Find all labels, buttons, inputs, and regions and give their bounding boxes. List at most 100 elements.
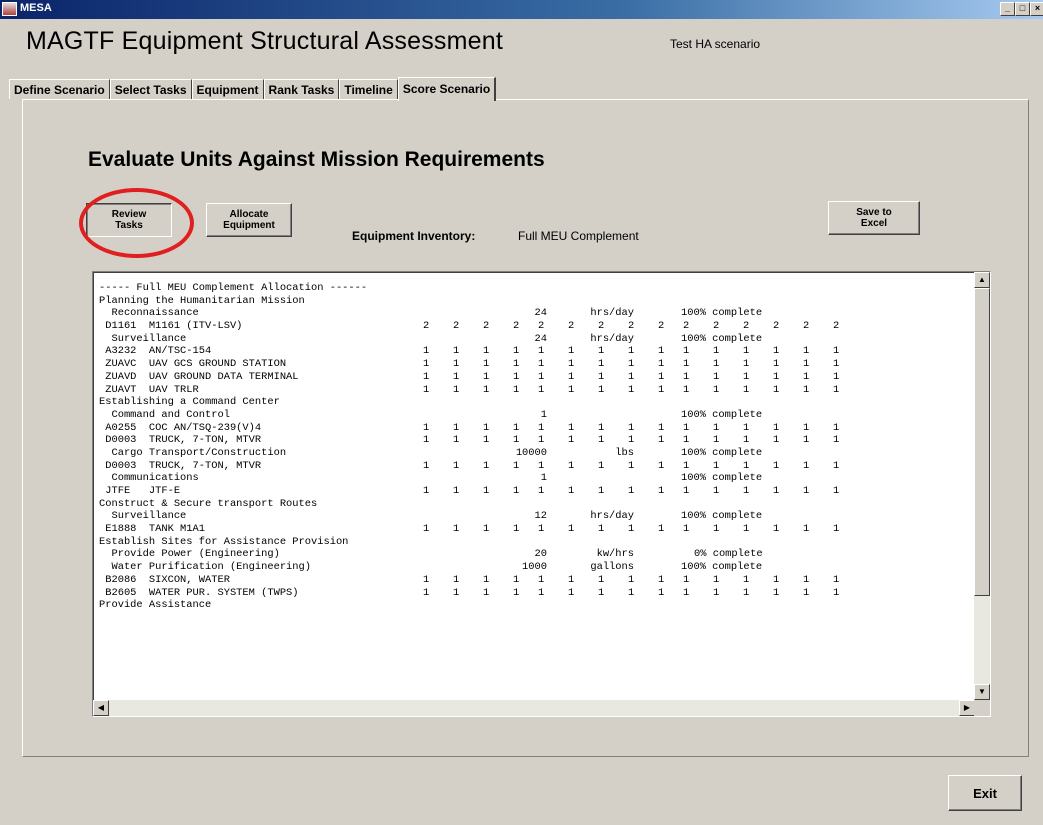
allocation-count: 1 — [628, 573, 635, 586]
allocation-count: 1 — [628, 358, 635, 371]
requirement-unit: lbs — [615, 446, 634, 459]
allocation-count: 1 — [513, 485, 520, 497]
scroll-down-icon[interactable]: ▼ — [974, 684, 990, 700]
allocation-count: 1 — [658, 421, 665, 434]
allocation-count: 1 — [483, 345, 490, 358]
allocate-equipment-button[interactable]: Allocate Equipment — [206, 203, 292, 237]
scroll-left-icon[interactable]: ◀ — [93, 700, 109, 716]
allocation-count: 1 — [713, 345, 720, 358]
allocation-count: 1 — [513, 358, 520, 371]
allocation-count: 1 — [773, 586, 780, 599]
allocation-count: 1 — [743, 421, 750, 434]
allocation-count: 1 — [833, 586, 840, 599]
allocation-count: 1 — [683, 485, 690, 497]
tab-define-scenario[interactable]: Define Scenario — [9, 79, 110, 99]
allocation-count: 1 — [803, 358, 810, 371]
allocation-count: 1 — [513, 573, 520, 586]
allocation-count: 1 — [568, 421, 575, 434]
allocation-count: 1 — [513, 523, 520, 536]
allocation-count: 1 — [598, 358, 605, 371]
allocation-count: 1 — [833, 485, 840, 497]
allocation-count: 1 — [833, 358, 840, 371]
tab-rank-tasks[interactable]: Rank Tasks — [263, 79, 340, 99]
report-line: Provide Power (Engineering) 20 kw/hrs 0% co… — [99, 548, 971, 561]
allocation-count: 1 — [628, 434, 635, 447]
allocation-count: 2 — [598, 320, 605, 333]
report-line-label: JTFE JTF-E — [99, 485, 181, 497]
exit-button[interactable]: Exit — [948, 775, 1022, 811]
vertical-scroll-thumb[interactable] — [974, 288, 990, 596]
report-line-label: B2086 SIXCON, WATER — [99, 573, 230, 586]
allocation-report-textbox[interactable]: ----- Full MEU Complement Allocation ---… — [92, 271, 991, 717]
allocation-count: 2 — [423, 320, 430, 333]
review-tasks-button[interactable]: Review Tasks — [86, 203, 172, 237]
allocation-count: 1 — [628, 345, 635, 358]
allocation-count: 1 — [423, 358, 430, 371]
allocation-count: 1 — [683, 383, 690, 396]
allocation-count: 1 — [683, 370, 690, 383]
allocation-count: 1 — [743, 370, 750, 383]
allocation-count: 2 — [513, 320, 520, 333]
allocation-count: 1 — [453, 434, 460, 447]
report-line: Establishing a Command Center — [99, 396, 971, 409]
allocation-count: 1 — [453, 459, 460, 472]
allocation-count: 1 — [568, 383, 575, 396]
allocation-count: 1 — [538, 523, 545, 536]
report-line-label: Communications — [99, 472, 199, 485]
report-line-label: Provide Power (Engineering) — [99, 548, 280, 561]
allocation-count: 1 — [423, 573, 430, 586]
tab-score-scenario[interactable]: Score Scenario — [397, 77, 497, 101]
report-line: B2605 WATER PUR. SYSTEM (TWPS) 1 1 1 1 1 1 1 1 1 1… — [99, 587, 971, 600]
tab-select-tasks[interactable]: Select Tasks — [109, 79, 192, 99]
completion-status: 0% complete — [694, 548, 763, 561]
allocation-count: 1 — [483, 573, 490, 586]
allocation-count: 1 — [683, 345, 690, 358]
maximize-icon[interactable]: □ — [1015, 2, 1030, 16]
allocation-count: 1 — [833, 434, 840, 447]
tab-equipment[interactable]: Equipment — [191, 79, 264, 99]
scroll-right-icon[interactable]: ▶ — [959, 700, 975, 716]
save-to-excel-button[interactable]: Save to Excel — [828, 201, 920, 235]
allocation-count: 1 — [833, 370, 840, 383]
allocation-count: 2 — [743, 320, 750, 333]
allocation-count: 2 — [628, 320, 635, 333]
allocation-count: 1 — [628, 421, 635, 434]
requirement-amount: 1 — [540, 472, 547, 485]
allocation-count: 1 — [483, 523, 490, 536]
report-line: Water Purification (Engineering) 1000 gall… — [99, 561, 971, 574]
allocation-count: 1 — [658, 434, 665, 447]
allocation-count: 1 — [423, 345, 430, 358]
report-line: Provide Assistance — [99, 599, 971, 612]
completion-status: 100% complete — [681, 446, 763, 459]
allocation-count: 1 — [773, 345, 780, 358]
allocation-count: 1 — [568, 523, 575, 536]
allocation-count: 1 — [833, 383, 840, 396]
allocation-count: 1 — [743, 573, 750, 586]
report-line-label: Surveillance — [99, 332, 187, 345]
allocation-count: 1 — [453, 345, 460, 358]
allocation-count: 1 — [683, 434, 690, 447]
vertical-scrollbar[interactable]: ▲ ▼ — [974, 272, 990, 700]
tab-timeline[interactable]: Timeline — [339, 79, 398, 99]
report-line-label: Provide Assistance — [99, 599, 212, 612]
allocation-count: 1 — [538, 345, 545, 358]
window-titlebar: MESA _ □ × — [0, 0, 1043, 19]
allocation-count: 1 — [803, 485, 810, 497]
scroll-up-icon[interactable]: ▲ — [974, 272, 990, 288]
report-line-label: D0003 TRUCK, 7-TON, MTVR — [99, 434, 262, 447]
allocation-count: 1 — [713, 434, 720, 447]
allocation-count: 1 — [628, 383, 635, 396]
report-line-label: ZUAVT UAV TRLR — [99, 383, 199, 396]
allocation-count: 1 — [513, 383, 520, 396]
allocation-count: 1 — [483, 485, 490, 497]
report-line: D0003 TRUCK, 7-TON, MTVR 1 1 1 1 1 1 1 1 1 1 1 1 1 1 1 — [99, 460, 971, 473]
allocation-count: 1 — [453, 358, 460, 371]
close-icon[interactable]: × — [1030, 2, 1043, 16]
allocation-count: 1 — [568, 485, 575, 497]
report-line-label: ZUAVD UAV GROUND DATA TERMINAL — [99, 370, 299, 383]
horizontal-scrollbar[interactable]: ◀ ▶ — [93, 700, 975, 716]
allocation-count: 1 — [483, 370, 490, 383]
minimize-icon[interactable]: _ — [1000, 2, 1015, 16]
requirement-amount: 1000 — [522, 561, 547, 574]
requirement-amount: 24 — [534, 332, 547, 345]
